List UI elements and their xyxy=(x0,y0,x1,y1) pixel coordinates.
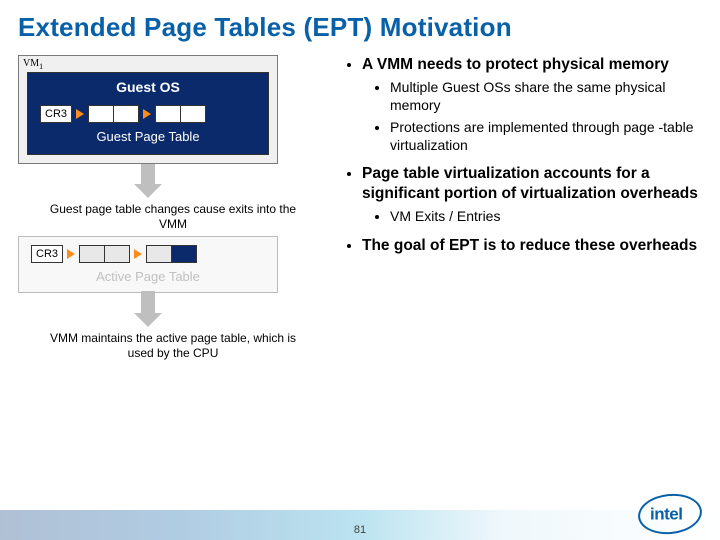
page-table-cells xyxy=(88,105,139,123)
guest-os-label: Guest OS xyxy=(36,79,260,95)
arrow-right-icon xyxy=(134,249,142,259)
bullet-column: A VMM needs to protect physical memory M… xyxy=(340,55,702,361)
pt-cell xyxy=(113,105,139,123)
pt-cell xyxy=(104,245,130,263)
pt-cell xyxy=(146,245,172,263)
logo-oval-icon: intel xyxy=(636,491,704,537)
vm-label-sub: 1 xyxy=(39,62,43,71)
pt-cell-active xyxy=(171,245,197,263)
down-arrow xyxy=(18,162,278,198)
pt-cell xyxy=(79,245,105,263)
arrow-down-stem-icon xyxy=(141,291,155,313)
pt-cell xyxy=(180,105,206,123)
sub-bullet-list: Multiple Guest OSs share the same physic… xyxy=(362,79,702,155)
bullet-list: A VMM needs to protect physical memory M… xyxy=(340,55,702,256)
active-page-table-label: Active Page Table xyxy=(27,269,269,284)
page-table-cells xyxy=(79,245,130,263)
vm-label: VM1 xyxy=(23,58,43,71)
arrow-right-icon xyxy=(76,109,84,119)
diagram-column: VM1 Guest OS CR3 Guest P xyxy=(18,55,328,361)
pt-cell xyxy=(88,105,114,123)
guest-page-table-label: Guest Page Table xyxy=(36,129,260,144)
intel-logo: intel xyxy=(638,494,702,534)
logo-text: intel xyxy=(650,504,682,524)
down-arrow xyxy=(18,291,278,327)
sub-bullet-item: Multiple Guest OSs share the same physic… xyxy=(390,79,702,115)
arrow-down-stem-icon xyxy=(141,162,155,184)
bullet-text: Page table virtualization accounts for a… xyxy=(362,165,698,202)
bullet-text: A VMM needs to protect physical memory xyxy=(362,56,669,73)
sub-bullet-list: VM Exits / Entries xyxy=(362,208,702,226)
sub-bullet-item: Protections are implemented through page… xyxy=(390,119,702,155)
cr3-register: CR3 xyxy=(40,105,72,123)
content-area: VM1 Guest OS CR3 Guest P xyxy=(0,51,720,361)
caption-vm-exits: Guest page table changes cause exits int… xyxy=(43,202,303,232)
arrow-down-head-icon xyxy=(134,184,162,198)
arrow-right-icon xyxy=(143,109,151,119)
sub-bullet-item: VM Exits / Entries xyxy=(390,208,702,226)
bullet-item: The goal of EPT is to reduce these overh… xyxy=(362,236,702,256)
vm-container: VM1 Guest OS CR3 Guest P xyxy=(18,55,278,164)
cr3-register: CR3 xyxy=(31,245,63,263)
page-number: 81 xyxy=(354,524,366,536)
vm-inner-box: Guest OS CR3 Guest Page Table xyxy=(27,72,269,155)
active-page-table-container: CR3 Active Page Table xyxy=(18,236,278,293)
bullet-item: Page table virtualization accounts for a… xyxy=(362,164,702,226)
bullet-item: A VMM needs to protect physical memory M… xyxy=(362,55,702,154)
guest-page-table-row: CR3 xyxy=(36,105,260,123)
arrow-down-head-icon xyxy=(134,313,162,327)
page-table-cells xyxy=(146,245,197,263)
vm-label-text: VM xyxy=(23,58,39,69)
arrow-right-icon xyxy=(67,249,75,259)
page-table-cells xyxy=(155,105,206,123)
active-page-table-row: CR3 xyxy=(27,245,269,263)
pt-cell xyxy=(155,105,181,123)
slide-title: Extended Page Tables (EPT) Motivation xyxy=(0,0,720,51)
caption-vmm-maintains: VMM maintains the active page table, whi… xyxy=(43,331,303,361)
